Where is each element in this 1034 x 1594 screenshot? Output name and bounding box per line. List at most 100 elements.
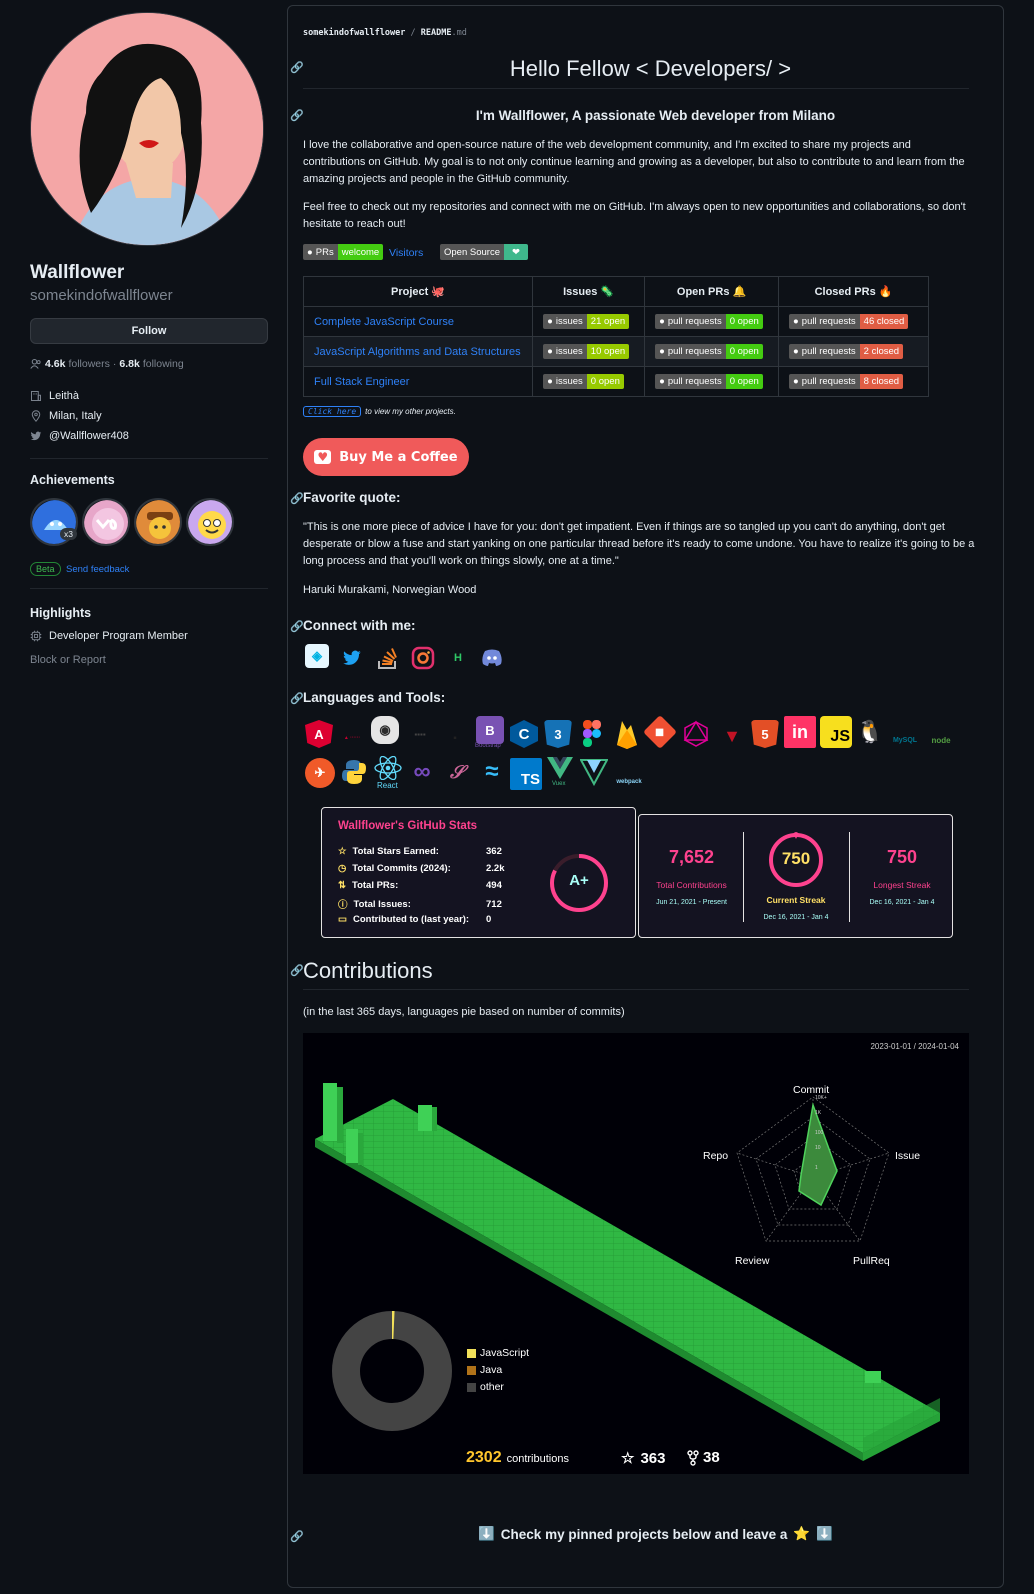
open-prs-badge[interactable]: ● pull requests 0 open (655, 344, 763, 359)
stackoverflow-icon[interactable] (374, 644, 402, 672)
open-source-badge[interactable]: Open Source ❤ (440, 244, 528, 260)
twitter-handle[interactable]: @Wallflower408 (49, 430, 129, 442)
contributions-count: 2302 (466, 1449, 502, 1466)
open-prs-count: 0 open (725, 314, 763, 329)
readme-title: Hello Fellow < Developers/ > (509, 56, 792, 81)
redux-icon[interactable]: ∞ (408, 758, 436, 786)
tailwind-icon[interactable]: ≈ (478, 758, 506, 786)
table-header-issues: Issues 🦠 (532, 276, 646, 307)
invision-icon[interactable]: in (784, 716, 816, 748)
instagram-icon[interactable] (409, 644, 437, 672)
anchor-link-icon[interactable]: 🔗 (290, 964, 304, 977)
current-streak-label: Current Streak (766, 895, 826, 905)
typescript-icon[interactable]: TS (510, 758, 542, 790)
readme-subtitle: I'm Wallflower, A passionate Web develop… (475, 108, 836, 123)
python-icon[interactable] (340, 758, 368, 786)
closed-prs-badge[interactable]: ● pull requests 46 closed (789, 314, 909, 329)
gulp-icon[interactable]: ▼ (718, 722, 746, 750)
prs-label: pull requests (801, 316, 856, 327)
achievement-yolo-badge[interactable] (82, 498, 130, 546)
buy-me-a-coffee-button[interactable]: ♥ Buy Me a Coffee (303, 438, 469, 476)
c-icon[interactable]: C (510, 720, 538, 748)
css3-icon[interactable]: 3 (544, 720, 572, 748)
prs-welcome-badge[interactable]: ● PRs welcome (303, 244, 384, 260)
figma-icon[interactable] (578, 720, 606, 748)
twitter-icon[interactable] (339, 644, 365, 672)
avatar[interactable] (30, 12, 264, 246)
closed-prs-badge[interactable]: ● pull requests 2 closed (789, 344, 904, 359)
down-arrow-icon: ⬇️ (816, 1526, 834, 1541)
vuex-caption: Vuex (552, 781, 566, 787)
location-row: Milan, Italy (30, 410, 102, 422)
graph-footer-forks: 38 (687, 1449, 720, 1466)
visitors-badge-link[interactable]: Visitors (389, 247, 423, 259)
following-label[interactable]: following (143, 358, 184, 370)
issues-badge[interactable]: ● issues 10 open (543, 344, 630, 359)
angularjs-icon[interactable]: ▲ ······ (335, 724, 369, 752)
nodejs-icon[interactable]: node (924, 726, 958, 754)
twitter-row: @Wallflower408 (30, 430, 129, 442)
favorite-quote-heading: Favorite quote: (303, 490, 401, 505)
table-row: Full Stack Engineer ● issues 0 open ● pul… (302, 366, 929, 397)
postman-icon[interactable]: ✈ (305, 758, 335, 788)
breadcrumb-user[interactable]: somekindofwallflower (303, 28, 405, 38)
git-icon[interactable]: ◆ (643, 715, 677, 749)
vite-icon[interactable] (580, 758, 608, 786)
total-contributions-value: 7,652 (668, 847, 715, 867)
anchor-link-icon[interactable]: 🔗 (290, 492, 304, 505)
webpack-icon[interactable]: webpack (612, 768, 646, 796)
issues-count: 21 open (586, 314, 630, 329)
html5-icon[interactable]: 5 (751, 720, 779, 748)
issues-badge[interactable]: ● issues 21 open (543, 314, 630, 329)
github-actions-icon[interactable]: ◉ (371, 716, 399, 744)
radar-tick: 1K (815, 1110, 822, 1116)
click-here-button[interactable]: Click here (303, 406, 362, 417)
stars-count: 363 (640, 1449, 666, 1467)
project-link[interactable]: JavaScript Algorithms and Data Structure… (314, 346, 521, 358)
block-report-link[interactable]: Block or Report (30, 654, 106, 666)
sidebar-divider (30, 588, 268, 589)
anchor-link-icon[interactable]: 🔗 (290, 692, 304, 705)
radar-axis-repo: Repo (703, 1150, 729, 1162)
vuex-icon[interactable] (546, 754, 574, 782)
follow-button[interactable]: Follow (30, 318, 268, 344)
legend-label: other (480, 1381, 504, 1393)
followers-label[interactable]: followers (68, 358, 109, 370)
firebase-icon[interactable] (613, 720, 641, 749)
anchor-link-icon[interactable]: 🔗 (290, 620, 304, 633)
stats-row-commits: ◷ Total Commits (2024): 2.2k (338, 863, 505, 874)
send-feedback-link[interactable]: Send feedback (66, 564, 129, 575)
table-header-open-prs: Open PRs 🔔 (644, 276, 780, 307)
bootstrap-icon[interactable]: B (476, 716, 504, 744)
project-link[interactable]: Complete JavaScript Course (314, 316, 454, 328)
coffee-label: Buy Me a Coffee (339, 449, 458, 465)
linux-icon[interactable]: 🐧 (856, 718, 884, 746)
achievement-starstruck-badge[interactable] (186, 498, 234, 546)
sass-icon[interactable]: 𝒮 (440, 758, 474, 786)
project-link[interactable]: Full Stack Engineer (314, 376, 409, 388)
closed-prs-count: 2 closed (859, 344, 904, 359)
discord-icon[interactable] (478, 644, 506, 672)
languages-donut-chart (332, 1311, 452, 1431)
github-icon: ● (307, 246, 313, 258)
achievement-quickdraw-badge[interactable] (134, 498, 182, 546)
prs-label: pull requests (667, 346, 722, 357)
mysql-icon[interactable]: MySQL (888, 726, 922, 754)
angular-icon[interactable]: A (305, 720, 333, 748)
aws-icon[interactable]: ▪ (446, 724, 464, 752)
codepen-icon[interactable]: ◈ (305, 644, 329, 668)
open-prs-badge[interactable]: ● pull requests 0 open (655, 374, 763, 389)
issues-badge[interactable]: ● issues 0 open (543, 374, 624, 389)
fork-icon (687, 1449, 699, 1466)
hackerrank-icon[interactable]: H (444, 644, 472, 672)
stats-row-stars: ☆ Total Stars Earned: 362 (338, 846, 502, 857)
react-icon[interactable] (374, 754, 402, 782)
closed-prs-badge[interactable]: ● pull requests 8 closed (789, 374, 904, 389)
followers-count[interactable]: 4.6k (45, 358, 65, 370)
following-count[interactable]: 6.8k (119, 358, 139, 370)
open-prs-badge[interactable]: ● pull requests 0 open (655, 314, 763, 329)
graphql-icon[interactable] (682, 720, 710, 748)
javascript-icon[interactable]: JS (820, 716, 852, 748)
click-here-suffix: to view my other projects. (365, 407, 456, 416)
appwrite-icon[interactable]: ▪▪▪▪ (402, 720, 438, 748)
